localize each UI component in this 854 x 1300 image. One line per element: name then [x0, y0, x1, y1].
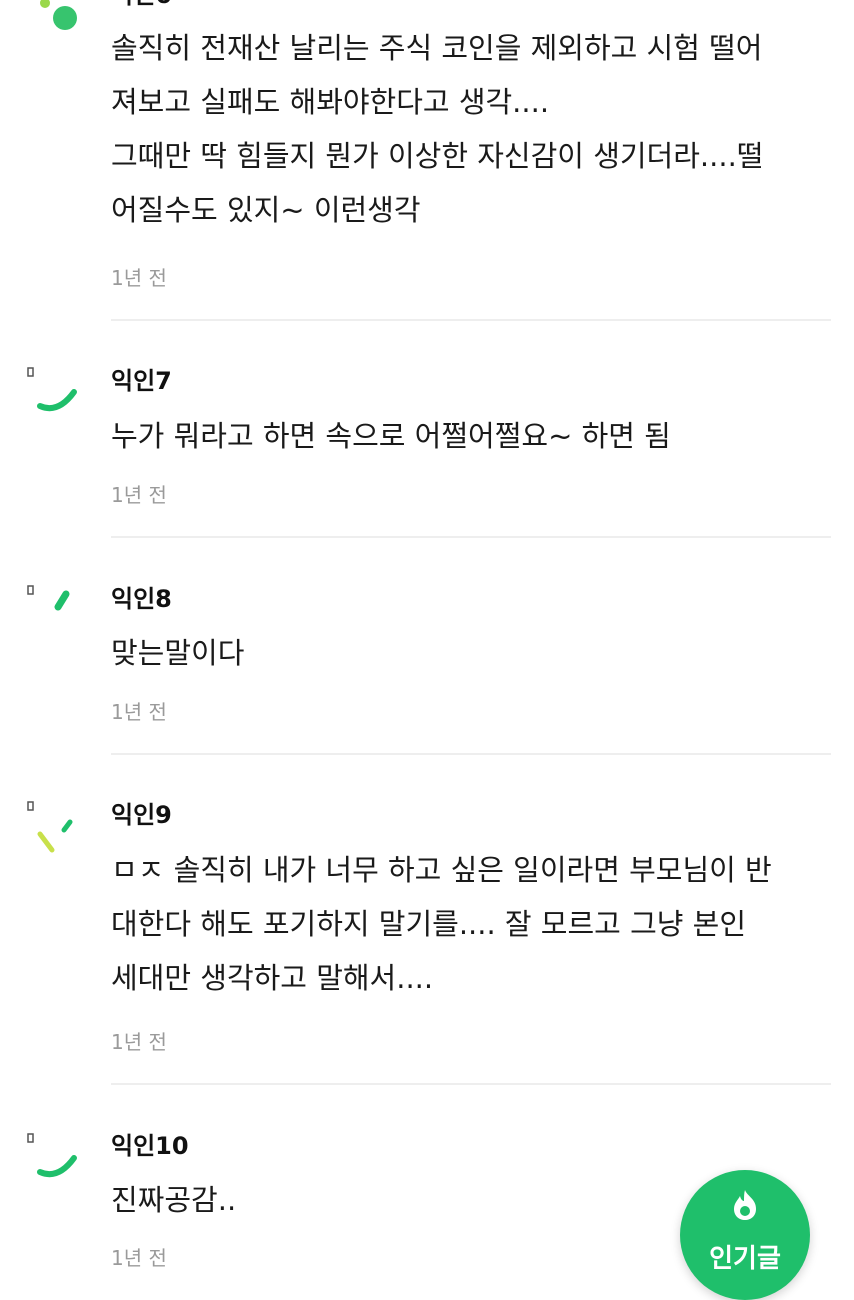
comment-line: 어질수도 있지~ 이런생각 [111, 193, 421, 227]
comment-author: 익인9 [111, 801, 172, 829]
divider [111, 753, 831, 755]
comment-line: 대한다 해도 포기하지 말기를.... 잘 모르고 그냥 본인 [111, 907, 747, 941]
popular-posts-label: 인기글 [709, 1244, 781, 1274]
comment-author: 익인6 [111, 0, 172, 10]
green-wink-avatar-icon [27, 801, 73, 853]
comment-body: 누가 뭐라고 하면 속으로 어쩔어쩔요~ 하면 됨 [111, 409, 831, 463]
divider [111, 319, 831, 321]
comment-author: 익인8 [111, 585, 172, 613]
green-slash-avatar-icon [27, 585, 70, 611]
comment-timestamp: 1년 전 [111, 1246, 167, 1270]
comment-line: 맞는말이다 [111, 636, 245, 670]
comment-timestamp: 1년 전 [111, 266, 167, 290]
comment-line: 그때만 딱 힘들지 뭔가 이상한 자신감이 생기더라....떨 [111, 139, 764, 173]
comment-author: 익인7 [111, 367, 172, 395]
divider [111, 1083, 831, 1085]
comment-body: 솔직히 전재산 날리는 주식 코인을 제외하고 시험 떨어 져보고 실패도 해봐… [111, 21, 831, 237]
flame-icon [734, 1190, 756, 1220]
comment-line: 누가 뭐라고 하면 속으로 어쩔어쩔요~ 하면 됨 [111, 419, 671, 453]
comment-line: 져보고 실패도 해봐야한다고 생각.... [111, 85, 550, 119]
divider [111, 536, 831, 538]
comment-line: ㅁㅈ 솔직히 내가 너무 하고 싶은 일이라면 부모님이 반 [111, 853, 772, 887]
comment-timestamp: 1년 전 [111, 1030, 167, 1054]
comment-line: 세대만 생각하고 말해서.... [111, 961, 434, 995]
green-dots-avatar-icon [40, 0, 77, 30]
comment-timestamp: 1년 전 [111, 483, 167, 507]
comment-body: ㅁㅈ 솔직히 내가 너무 하고 싶은 일이라면 부모님이 반 대한다 해도 포기… [111, 843, 831, 1005]
comment-line: 솔직히 전재산 날리는 주식 코인을 제외하고 시험 떨어 [111, 31, 763, 65]
green-smile-avatar-icon [27, 1133, 77, 1178]
comment-timestamp: 1년 전 [111, 700, 167, 724]
comment-author: 익인10 [111, 1132, 189, 1160]
comment-body: 맞는말이다 [111, 626, 831, 680]
green-smile-avatar-icon [27, 367, 77, 412]
